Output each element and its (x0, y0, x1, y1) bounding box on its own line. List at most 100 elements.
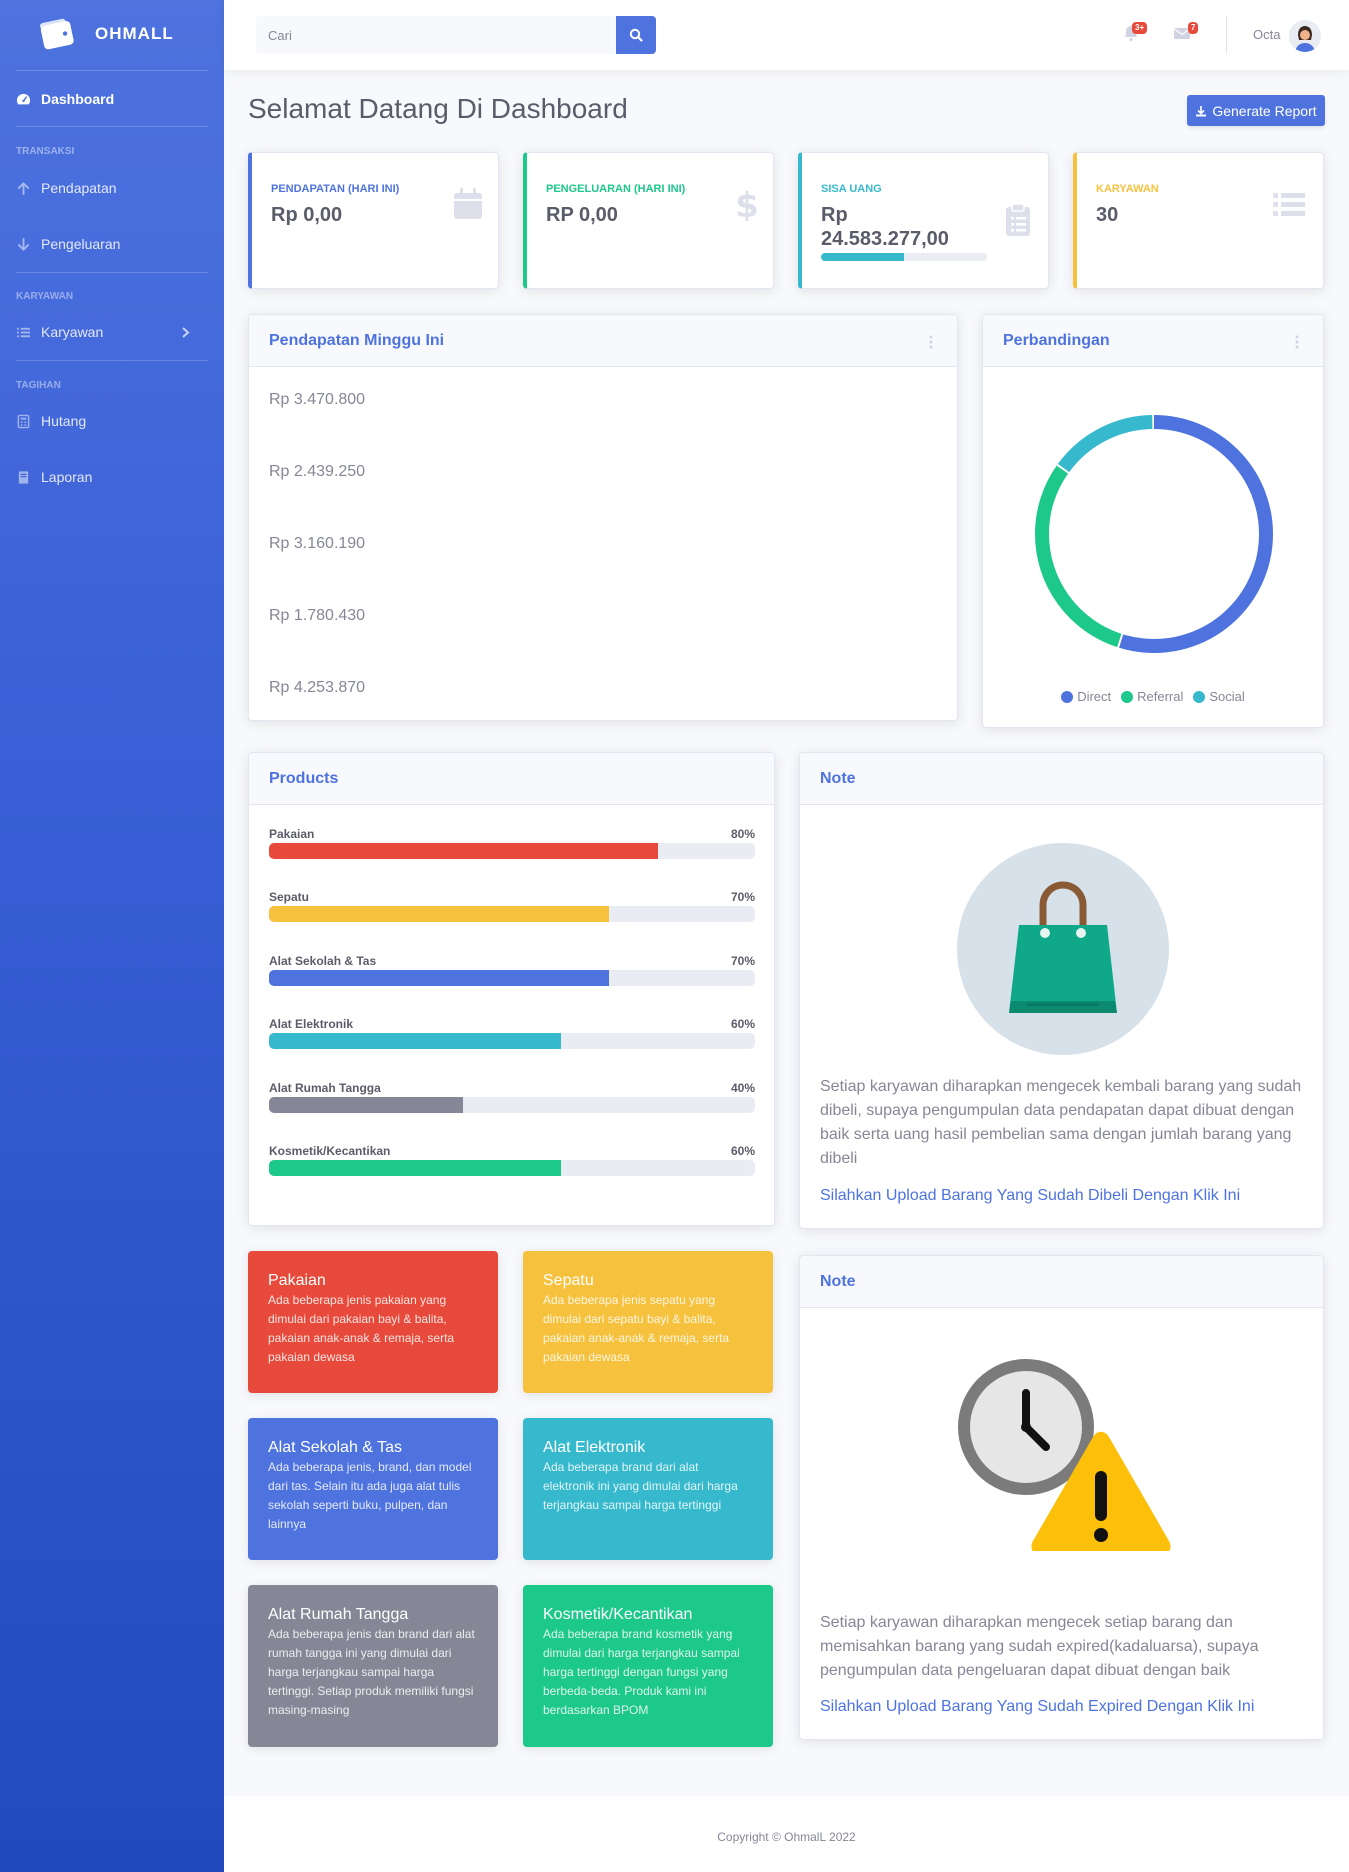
note-card-expired: Note Setiap karyawan diharapkan mengecek… (799, 1255, 1324, 1740)
category-card-pakaian: Pakaian Ada beberapa jenis pakaian yang … (248, 1251, 498, 1393)
category-description: Ada beberapa brand dari alat elektronik … (543, 1460, 738, 1512)
sidebar-item-laporan[interactable]: Laporan (16, 465, 208, 489)
search-icon (629, 28, 643, 42)
category-card-alat-sekolah: Alat Sekolah & Tas Ada beberapa jenis, b… (248, 1418, 498, 1560)
arrow-up-icon (17, 181, 30, 195)
weekly-income-item: Rp 3.470.800 (269, 391, 366, 408)
product-percent: 80% (730, 827, 755, 841)
clipboard-icon (1006, 203, 1030, 236)
card-title: Products (269, 770, 339, 787)
generate-report-label: Generate Report (1212, 102, 1317, 119)
product-name: Alat Sekolah & Tas (269, 953, 377, 968)
upload-purchase-link[interactable]: Silahkan Upload Barang Yang Sudah Dibeli… (820, 1187, 1240, 1205)
sisa-uang-progress (821, 253, 987, 261)
progress-fill (269, 1033, 561, 1050)
legend-dot (1193, 690, 1206, 703)
topbar: 3+ 7 Octa (224, 0, 1349, 70)
search-button[interactable] (616, 16, 656, 54)
sidebar-heading-transaksi: TRANSAKSI (16, 146, 75, 157)
product-name: Kosmetik/Kecantikan (269, 1144, 391, 1158)
stat-value: Rp 24.583.277,00 (821, 203, 949, 251)
topbar-divider (1226, 16, 1227, 54)
sidebar-item-label: Dashboard (41, 91, 115, 107)
progress-fill (269, 1160, 561, 1176)
user-name[interactable]: Octa (1253, 27, 1280, 42)
card-header: Note (800, 1256, 1323, 1308)
sidebar-item-label: Hutang (41, 413, 87, 429)
legend-item-direct: Direct (1061, 689, 1111, 704)
brand-link[interactable]: OHMALL (0, 0, 224, 70)
progress-fill (269, 969, 610, 986)
category-title: Alat Rumah Tangga (268, 1606, 409, 1623)
sidebar-divider (16, 70, 208, 71)
sidebar-divider (16, 360, 208, 361)
note-text: Setiap karyawan diharapkan mengecek kemb… (820, 1078, 1302, 1167)
list-icon (1273, 193, 1305, 216)
search-input[interactable] (256, 16, 616, 54)
sidebar-item-pendapatan[interactable]: Pendapatan (16, 176, 208, 200)
arrow-down-icon (17, 237, 30, 251)
stat-value-amount: 24.583.277,00 (821, 228, 949, 250)
weekly-income-item: Rp 3.160.190 (269, 535, 366, 552)
sidebar-item-pengeluaran[interactable]: Pengeluaran (16, 232, 208, 256)
legend-item-social: Social (1193, 689, 1245, 704)
download-icon (1196, 105, 1207, 116)
more-vertical-icon[interactable] (1295, 335, 1299, 349)
card-title: Perbandingan (1003, 332, 1110, 349)
avatar[interactable] (1289, 20, 1321, 52)
messages-badge: 7 (1188, 22, 1199, 34)
category-title: Pakaian (268, 1272, 326, 1289)
upload-expired-link[interactable]: Silahkan Upload Barang Yang Sudah Expire… (820, 1698, 1254, 1716)
stat-card-karyawan: KARYAWAN 30 (1073, 152, 1324, 289)
card-header: Perbandingan (983, 315, 1323, 367)
sidebar-item-dashboard[interactable]: Dashboard (16, 87, 208, 111)
wallet-icon (40, 18, 74, 50)
legend-label: Social (1209, 689, 1245, 704)
card-header: Pendapatan Minggu Ini (249, 315, 957, 367)
stat-label: PENDAPATAN (HARI INI) (271, 183, 400, 195)
category-card-alat-elektronik: Alat Elektronik Ada beberapa brand dari … (523, 1418, 773, 1560)
more-vertical-icon[interactable] (929, 335, 933, 349)
book-icon (18, 470, 29, 484)
stat-card-pengeluaran: PENGELUARAN (HARI INI) RP 0,00 $ (523, 152, 774, 289)
weekly-income-item: Rp 4.253.870 (269, 679, 366, 696)
category-description: Ada beberapa jenis dan brand dari alat r… (268, 1627, 475, 1717)
stat-value: 30 (1096, 204, 1119, 226)
product-percent: 70% (730, 953, 755, 968)
card-header: Note (800, 753, 1323, 805)
stat-value: Rp 0,00 (271, 204, 343, 226)
legend-dot (1121, 690, 1134, 703)
stat-label: SISA UANG (821, 183, 882, 195)
stat-label: KARYAWAN (1096, 183, 1159, 195)
sidebar-item-karyawan[interactable]: Karyawan (16, 320, 208, 344)
calculator-icon (17, 414, 30, 428)
sidebar-heading-karyawan: KARYAWAN (16, 291, 74, 302)
legend-label: Referral (1137, 689, 1184, 704)
weekly-income-item: Rp 2.439.250 (269, 463, 366, 480)
stat-value: RP 0,00 (546, 204, 618, 226)
list-icon (16, 327, 31, 337)
product-percent: 70% (730, 890, 755, 905)
progress-fill (821, 253, 904, 261)
shopping-bag-illustration (957, 843, 1169, 1055)
sidebar-divider (16, 272, 208, 273)
sidebar-item-label: Pendapatan (41, 180, 117, 196)
category-description: Ada beberapa jenis sepatu yang dimulai d… (543, 1293, 730, 1364)
generate-report-button[interactable]: Generate Report (1187, 95, 1325, 126)
comparison-card: Perbandingan Direct Referral Social (982, 314, 1324, 728)
sidebar-item-label: Pengeluaran (41, 236, 121, 252)
product-percent: 40% (730, 1080, 755, 1095)
note-text: Setiap karyawan diharapkan mengecek seti… (820, 1614, 1259, 1679)
category-title: Alat Sekolah & Tas (268, 1439, 403, 1456)
sidebar-item-label: Laporan (41, 469, 93, 485)
product-progress-bar (269, 969, 755, 986)
sidebar-item-hutang[interactable]: Hutang (16, 409, 208, 433)
card-title: Note (820, 1273, 856, 1290)
products-card: Products Pakaian 80% Sepatu 70% Alat Sekolah… (248, 752, 775, 1226)
category-card-alat-rumah-tangga: Alat Rumah Tangga Ada beberapa jenis dan… (248, 1585, 498, 1747)
sidebar-divider (16, 126, 208, 127)
chart-legend: Direct Referral Social (983, 689, 1323, 704)
product-name: Sepatu (269, 890, 310, 905)
category-description: Ada beberapa brand kosmetik yang dimulai… (543, 1627, 740, 1717)
footer: Copyright © OhmalL 2022 (224, 1796, 1349, 1872)
